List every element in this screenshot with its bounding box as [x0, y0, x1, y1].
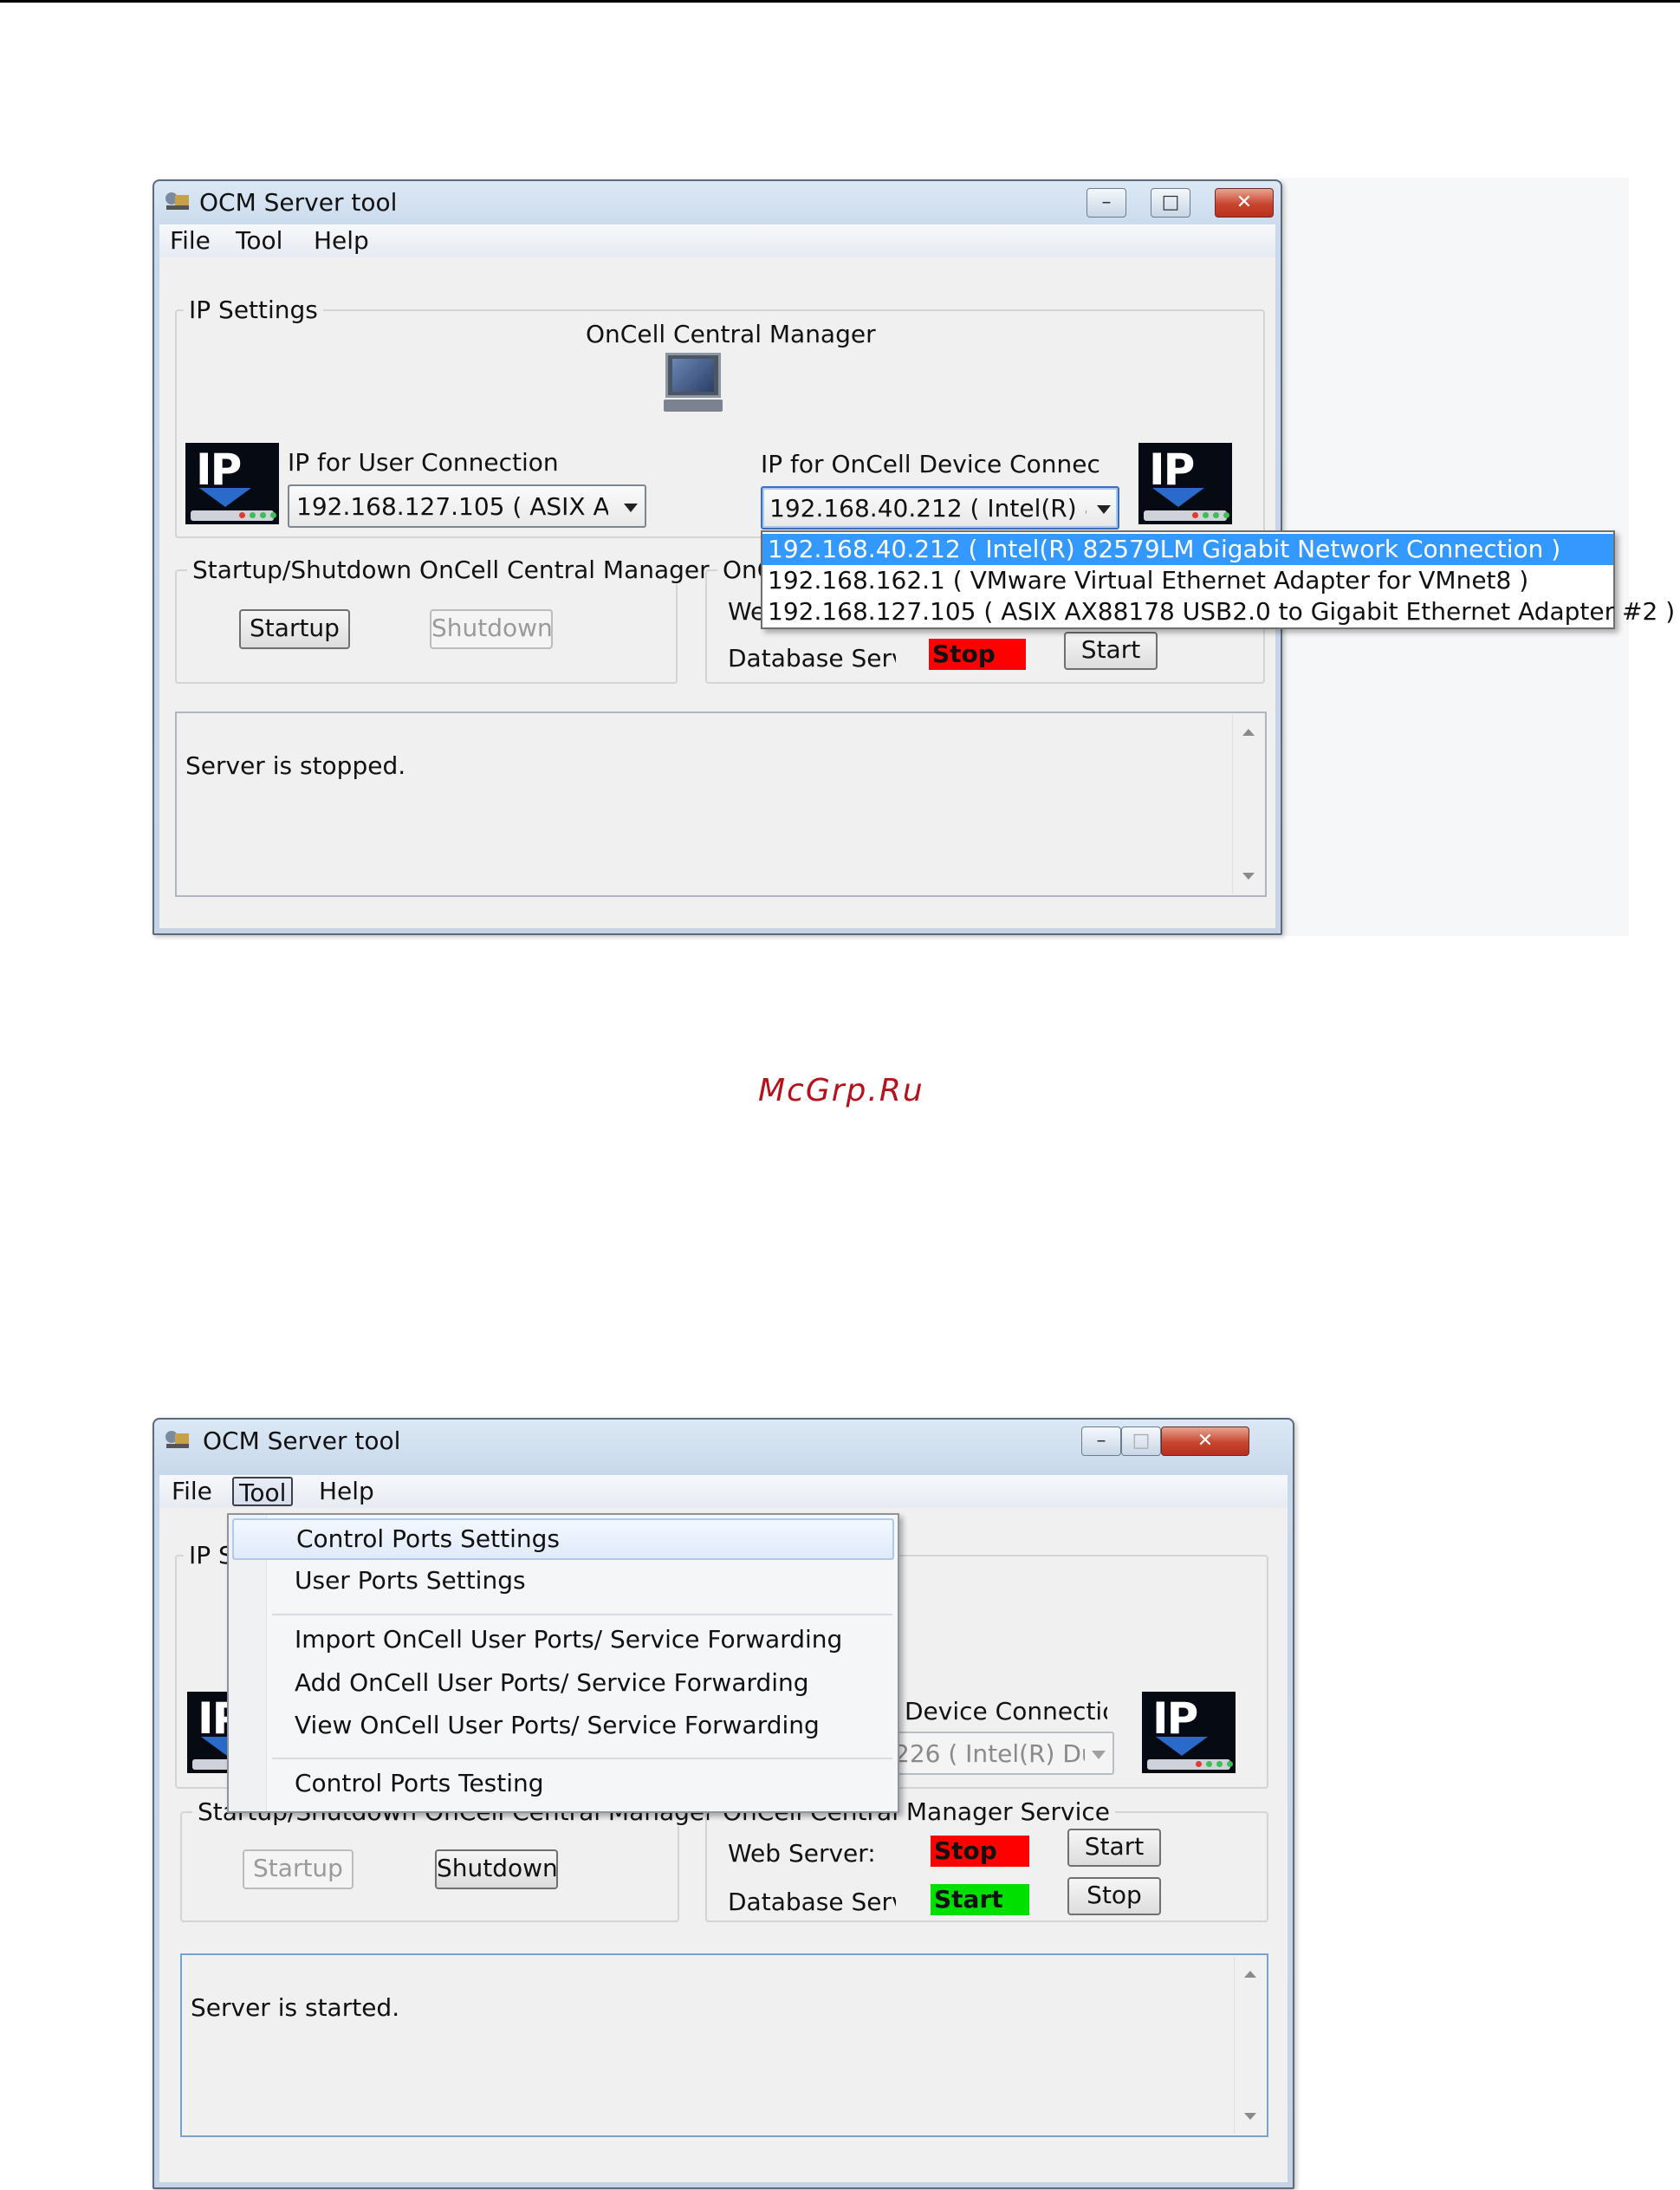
minimize-icon: –: [1101, 192, 1112, 213]
web-server-label: Web Server:: [728, 1839, 876, 1868]
minimize-button[interactable]: –: [1086, 188, 1126, 218]
database-status-badge: Stop: [929, 639, 1026, 670]
startup-shutdown-label: Startup/Shutdown OnCell Central Manager: [187, 556, 715, 584]
maximize-icon: □: [1132, 1430, 1151, 1452]
user-connection-value: 192.168.127.105 ( ASIX AX8…: [296, 492, 608, 521]
startup-button[interactable]: Startup: [239, 609, 350, 649]
web-server-label: We: [728, 597, 766, 626]
menu-bar: File Tool Help: [159, 1475, 1288, 1508]
server-label: OnCell Central Manager: [586, 320, 876, 348]
page-top-rule: [0, 0, 1680, 3]
chevron-down-icon: [624, 504, 638, 512]
log-text: Server is started.: [191, 1993, 400, 2022]
close-icon: ✕: [1236, 192, 1253, 213]
title-bar[interactable]: OCM Server tool – □ ✕: [154, 1420, 1293, 1459]
app-icon: [165, 192, 189, 210]
menu-file[interactable]: File: [166, 1477, 217, 1506]
maximize-icon: □: [1161, 192, 1180, 213]
menu-help[interactable]: Help: [308, 226, 374, 256]
database-server-label: Database Serve: [728, 644, 896, 673]
ip-icon-right: IP: [1138, 443, 1232, 524]
device-connection-dropdown: 192.168.40.212 ( Intel(R) 82579LM Gigabi…: [761, 530, 1675, 629]
user-connection-combo[interactable]: 192.168.127.105 ( ASIX AX8…: [288, 484, 646, 528]
scroll-down-icon[interactable]: [1244, 2113, 1256, 2120]
title-bar[interactable]: OCM Server tool – □ ✕: [154, 181, 1281, 221]
maximize-button[interactable]: □: [1121, 1426, 1161, 1456]
device-connection-combo[interactable]: 192.168.40.212 ( Intel(R) 825: [761, 486, 1119, 530]
close-icon: ✕: [1197, 1430, 1214, 1452]
log-box: Server is stopped.: [175, 712, 1267, 897]
close-button[interactable]: ✕: [1215, 188, 1274, 218]
chevron-down-icon: [1097, 505, 1111, 514]
maximize-button[interactable]: □: [1151, 188, 1190, 218]
device-connection-value: 226 ( Intel(R) Du…: [894, 1739, 1085, 1768]
close-button[interactable]: ✕: [1161, 1426, 1249, 1456]
monitor-icon: [662, 351, 724, 413]
scroll-up-icon[interactable]: [1242, 729, 1255, 736]
minimize-button[interactable]: –: [1081, 1426, 1121, 1456]
ip-icon-left: IP: [185, 443, 279, 524]
tool-menu: Control Ports Settings User Ports Settin…: [227, 1513, 899, 1813]
device-connection-combo[interactable]: 226 ( Intel(R) Du…: [885, 1732, 1114, 1775]
scroll-up-icon[interactable]: [1244, 1971, 1256, 1978]
log-scrollbar[interactable]: [1234, 1957, 1265, 2134]
menu-item-user-ports-settings[interactable]: User Ports Settings: [232, 1560, 894, 1602]
dropdown-option-2[interactable]: 192.168.162.1 ( VMware Virtual Ethernet …: [762, 565, 1613, 596]
ip-settings-label: IP Settings: [184, 296, 323, 324]
scroll-down-icon[interactable]: [1242, 873, 1255, 880]
shutdown-button[interactable]: Shutdown: [430, 609, 553, 649]
device-connection-value: 192.168.40.212 ( Intel(R) 825: [769, 494, 1086, 523]
menu-bar: File Tool Help: [159, 224, 1275, 257]
menu-file[interactable]: File: [165, 226, 216, 256]
device-connection-label: IP for OnCell Device Connectio: [761, 450, 1100, 478]
chevron-down-icon: [1092, 1751, 1106, 1759]
dropdown-option-1[interactable]: 192.168.40.212 ( Intel(R) 82579LM Gigabi…: [762, 534, 1613, 565]
menu-tool[interactable]: Tool: [230, 226, 288, 256]
menu-item-import-user-ports[interactable]: Import OnCell User Ports/ Service Forwar…: [232, 1619, 894, 1660]
minimize-icon: –: [1096, 1430, 1106, 1452]
menu-separator: [272, 1758, 892, 1759]
menu-item-view-user-ports[interactable]: View OnCell User Ports/ Service Forwardi…: [232, 1705, 894, 1746]
window-title: OCM Server tool: [203, 1426, 401, 1455]
device-connection-label: Device Connectio: [905, 1697, 1107, 1725]
menu-separator: [272, 1614, 892, 1615]
database-start-button[interactable]: Start: [1064, 632, 1158, 670]
database-stop-button[interactable]: Stop: [1067, 1877, 1161, 1915]
startup-button[interactable]: Startup: [243, 1849, 354, 1889]
web-start-button[interactable]: Start: [1067, 1829, 1161, 1867]
web-status-badge: Stop: [931, 1836, 1029, 1867]
menu-item-add-user-ports[interactable]: Add OnCell User Ports/ Service Forwardin…: [232, 1662, 894, 1704]
ip-icon-right: IP: [1142, 1692, 1236, 1773]
database-status-badge: Start: [931, 1884, 1029, 1915]
log-box: Server is started.: [180, 1953, 1268, 2137]
menu-item-control-ports-settings[interactable]: Control Ports Settings: [232, 1518, 894, 1560]
user-connection-label: IP for User Connection: [288, 448, 559, 477]
menu-item-control-ports-testing[interactable]: Control Ports Testing: [232, 1763, 894, 1804]
shutdown-button[interactable]: Shutdown: [435, 1849, 558, 1889]
database-server-label: Database Serve: [728, 1888, 896, 1916]
watermark: McGrp.Ru: [758, 1073, 924, 1108]
menu-tool[interactable]: Tool: [232, 1477, 294, 1507]
window-title: OCM Server tool: [199, 188, 398, 217]
app-icon: [165, 1431, 189, 1448]
log-scrollbar[interactable]: [1232, 715, 1263, 894]
log-text: Server is stopped.: [185, 751, 406, 780]
menu-help[interactable]: Help: [314, 1477, 379, 1506]
dropdown-option-3[interactable]: 192.168.127.105 ( ASIX AX88178 USB2.0 to…: [762, 596, 1675, 627]
